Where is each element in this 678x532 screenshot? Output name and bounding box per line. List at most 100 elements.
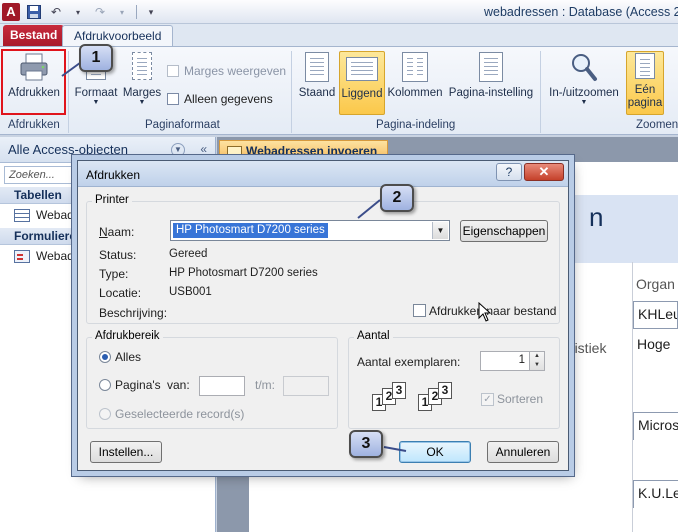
selected-records-radio[interactable] <box>99 408 111 420</box>
column-header: Organ <box>636 276 675 292</box>
group-label-zoom: Zoomen <box>636 119 678 131</box>
customize-qat-icon[interactable]: ▾ <box>143 4 159 20</box>
selected-records-label: Geselecteerde record(s) <box>115 407 245 421</box>
status-value: Gereed <box>169 248 208 260</box>
quick-access-toolbar: A ↶ ▾ ↷ ▾ ▾ <box>2 3 159 21</box>
show-margins-checkbox[interactable]: Marges weergeven <box>167 64 286 78</box>
to-label: t/m: <box>255 378 275 392</box>
type-label: Type: <box>99 267 129 281</box>
checkbox[interactable] <box>167 93 179 105</box>
from-input[interactable] <box>199 376 245 396</box>
zoom-button[interactable]: In-/uitzoomen ▼ <box>544 51 624 115</box>
separator <box>540 51 541 133</box>
chevron-down-icon[interactable]: ▼ <box>432 222 448 239</box>
tab-file[interactable]: Bestand <box>3 25 65 46</box>
margins-icon <box>126 51 158 83</box>
tab-print-preview[interactable]: Afdrukvoorbeeld <box>62 25 174 47</box>
all-radio[interactable] <box>99 351 111 363</box>
page-setup-button[interactable]: Pagina-instelling <box>445 51 537 115</box>
portrait-button[interactable]: Staand <box>297 51 337 115</box>
one-page-label-line2: pagina <box>627 97 663 109</box>
status-label: Status: <box>99 248 137 262</box>
type-value: HP Photosmart D7200 series <box>169 267 318 279</box>
columns-button[interactable]: Kolommen <box>387 51 443 115</box>
table-cell: K.U.Le <box>633 480 678 508</box>
print-to-file-label[interactable]: Afdrukken naar bestand <box>429 304 556 318</box>
document-tab[interactable]: Webadressen invoeren <box>219 140 389 162</box>
one-page-button[interactable]: Eén pagina <box>626 51 664 115</box>
separator <box>136 5 137 19</box>
dialog-title: Afdrukken <box>86 168 141 182</box>
table-cell: Micros <box>633 412 678 440</box>
save-icon[interactable] <box>26 4 42 20</box>
pages-label[interactable]: Pagina's <box>115 378 161 392</box>
redo-icon[interactable]: ↷ <box>92 4 108 20</box>
location-value: USB001 <box>169 286 212 298</box>
table-cell: Hoge <box>637 336 671 352</box>
chevron-down-icon[interactable]: ▼ <box>171 143 185 157</box>
data-only-label: Alleen gegevens <box>184 92 273 106</box>
margins-button[interactable]: Marges ▼ <box>121 51 163 115</box>
cancel-button[interactable]: Annuleren <box>487 441 559 463</box>
collapse-pane-icon[interactable]: « <box>200 142 207 156</box>
page-icon: 3 <box>392 382 406 399</box>
from-label: van: <box>167 378 190 392</box>
margins-button-label: Marges <box>122 87 162 99</box>
nav-item-table-label: Webad <box>36 208 74 222</box>
magnifier-icon <box>568 51 600 83</box>
to-input[interactable] <box>283 376 329 396</box>
properties-button[interactable]: Eigenschappen <box>460 220 548 242</box>
setup-button[interactable]: Instellen... <box>90 441 162 463</box>
title-bar: A ↶ ▾ ↷ ▾ ▾ webadressen : Database (Acce… <box>0 0 678 24</box>
chevron-down-icon: ▼ <box>580 99 588 106</box>
portrait-label: Staand <box>298 87 336 99</box>
table-icon <box>14 208 30 222</box>
collate-illustration-1: 1 2 3 <box>372 382 406 411</box>
mouse-cursor-icon <box>478 302 492 322</box>
name-label-rest: aam: <box>107 225 135 239</box>
undo-icon[interactable]: ↶ <box>48 4 64 20</box>
copies-group-label: Aantal <box>354 330 393 342</box>
pages-radio[interactable] <box>99 379 111 391</box>
print-range-group-label: Afdrukbereik <box>92 330 163 342</box>
copies-spinner[interactable]: ▲ ▼ <box>530 351 545 371</box>
dialog-title-bar: Afdrukken ? ✕ <box>78 161 568 187</box>
checkbox[interactable] <box>167 65 179 77</box>
copies-input[interactable]: 1 <box>480 351 530 371</box>
separator <box>68 51 69 133</box>
name-label-key: N <box>99 225 108 239</box>
columns-label: Kolommen <box>387 87 443 99</box>
landscape-button[interactable]: Liggend <box>339 51 385 115</box>
group-label-page-size: Paginaformaat <box>145 119 220 131</box>
help-button[interactable]: ? <box>496 163 522 181</box>
collate-illustration-2: 1 2 3 <box>418 382 452 411</box>
page-icon: 3 <box>438 382 452 399</box>
print-button-highlight <box>1 49 66 115</box>
data-only-checkbox[interactable]: Alleen gegevens <box>167 92 273 106</box>
show-margins-label: Marges weergeven <box>184 64 287 78</box>
dropdown-icon[interactable]: ▾ <box>70 4 86 20</box>
name-label: Naam: <box>99 225 134 239</box>
description-label: Beschrijving: <box>99 306 168 320</box>
close-button[interactable]: ✕ <box>524 163 564 181</box>
zoom-label: In-/uitzoomen <box>549 87 619 99</box>
printer-name-value: HP Photosmart D7200 series <box>173 223 328 238</box>
landscape-icon <box>346 52 378 84</box>
one-page-icon <box>629 52 661 80</box>
format-button-label: Formaat <box>74 87 118 99</box>
all-label[interactable]: Alles <box>115 350 141 364</box>
ok-button[interactable]: OK <box>399 441 471 463</box>
one-page-label-line1: Eén <box>634 84 656 96</box>
form-icon <box>14 249 30 263</box>
collate-checkbox[interactable]: ✓ <box>481 393 494 406</box>
group-label-page-layout: Pagina-indeling <box>376 119 456 131</box>
dropdown-icon[interactable]: ▾ <box>114 4 130 20</box>
window-title: webadressen : Database (Access 200 <box>484 5 678 19</box>
printer-group-label: Printer <box>92 194 132 206</box>
access-app-icon[interactable]: A <box>2 3 20 21</box>
separator <box>291 51 292 133</box>
columns-icon <box>399 51 431 83</box>
callout-1: 1 <box>79 44 113 72</box>
printer-name-select[interactable]: HP Photosmart D7200 series ▼ <box>170 220 450 241</box>
print-to-file-checkbox[interactable] <box>413 304 426 317</box>
